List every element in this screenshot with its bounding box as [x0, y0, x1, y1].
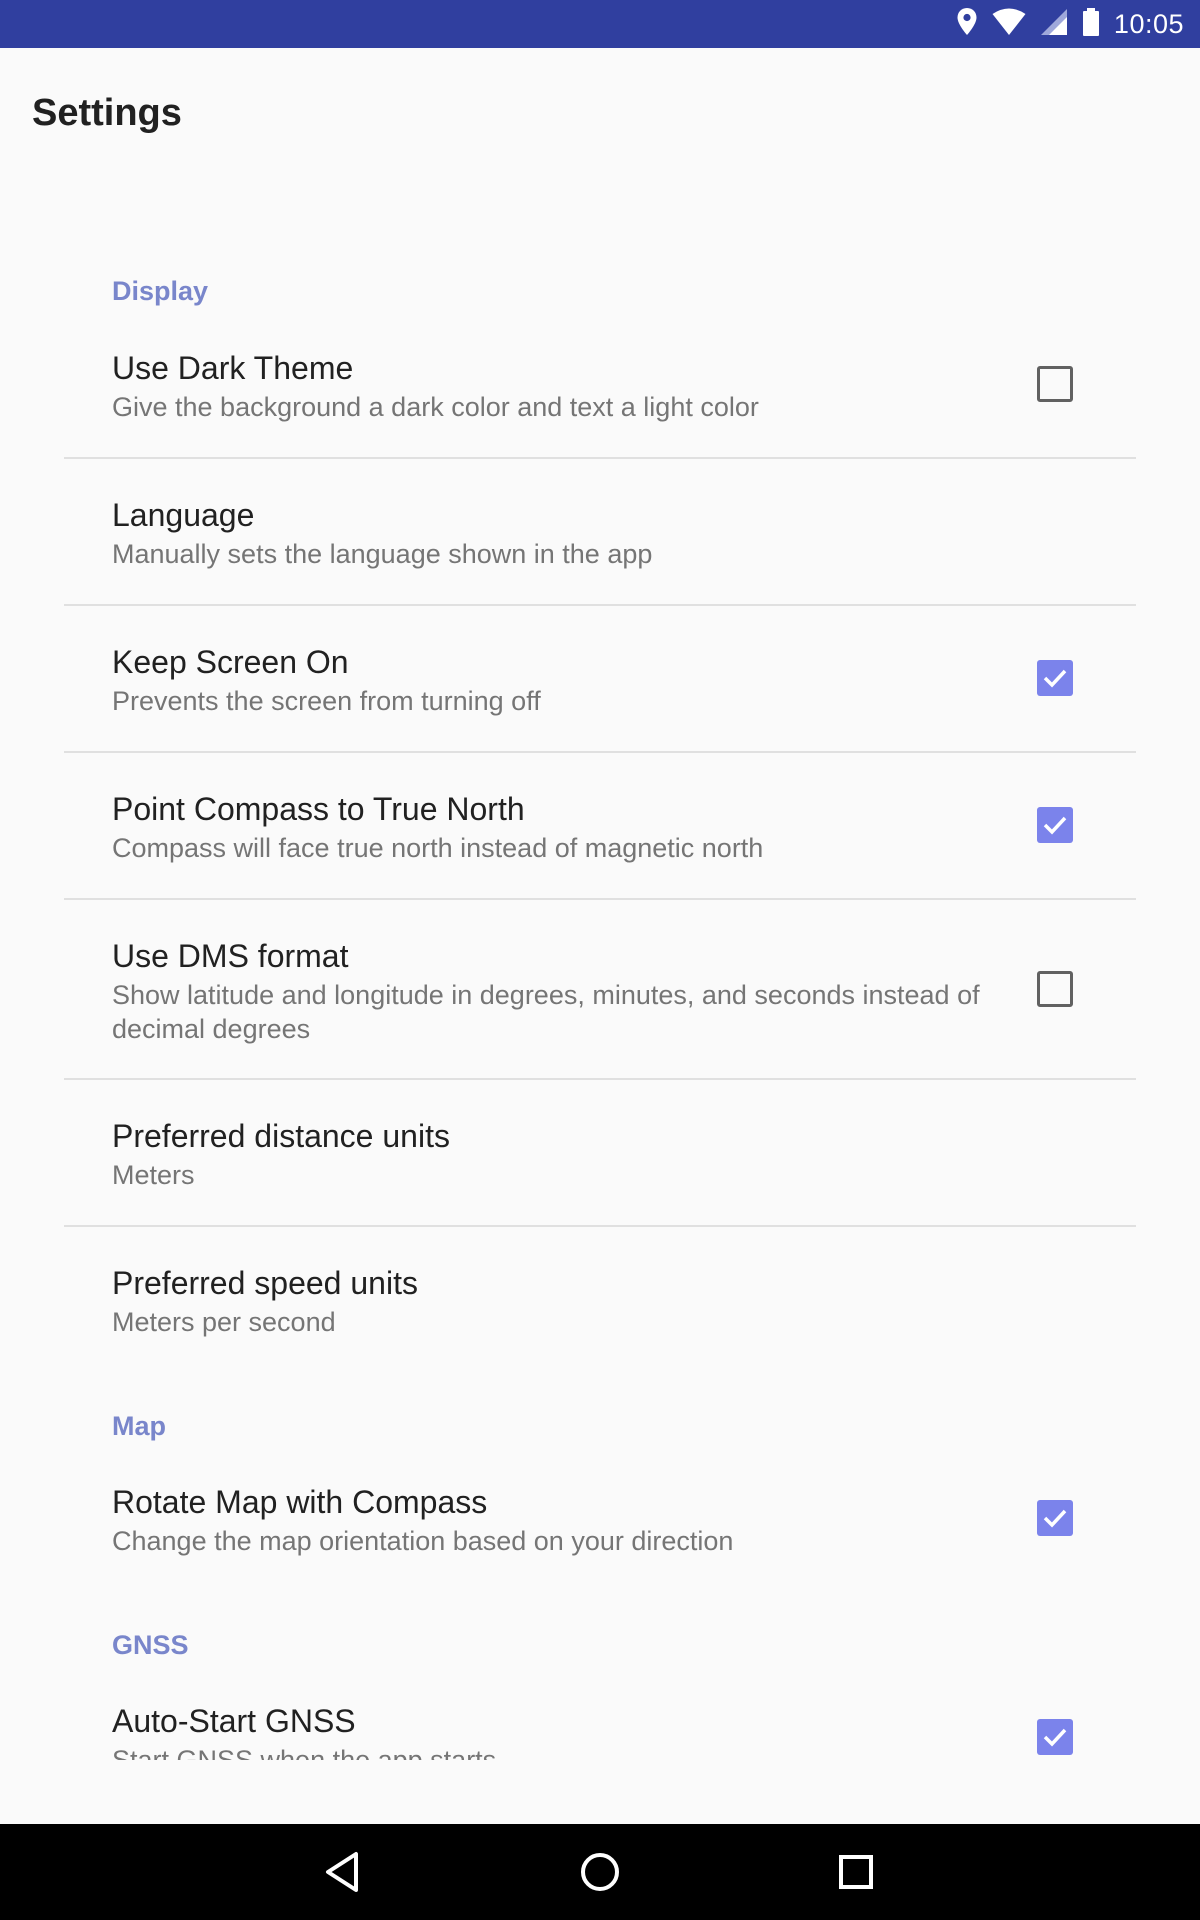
- divider: [64, 1225, 1136, 1227]
- pref-title: Keep Screen On: [112, 644, 349, 680]
- pref-summary: Give the background a dark color and tex…: [112, 392, 759, 422]
- pref-true-north[interactable]: Point Compass to True North Compass will…: [64, 777, 1136, 897]
- check-icon: [1043, 669, 1067, 688]
- home-icon[interactable]: [574, 1846, 626, 1898]
- pref-summary: Prevents the screen from turning off: [112, 686, 541, 716]
- pref-use-dms-format[interactable]: Use DMS format Show latitude and longitu…: [64, 924, 1136, 1076]
- divider: [64, 898, 1136, 900]
- pref-rotate-map[interactable]: Rotate Map with Compass Change the map o…: [64, 1470, 1136, 1590]
- pref-auto-start-gnss[interactable]: Auto-Start GNSS Start GNSS when the app …: [64, 1689, 1136, 1760]
- true-north-checkbox[interactable]: [1037, 807, 1073, 843]
- dms-format-checkbox[interactable]: [1037, 971, 1073, 1007]
- pref-summary: Meters: [112, 1160, 195, 1190]
- pref-title: Rotate Map with Compass: [112, 1484, 488, 1520]
- category-map: Map: [112, 1411, 166, 1441]
- pref-title: Auto-Start GNSS: [112, 1703, 356, 1739]
- divider: [64, 604, 1136, 606]
- divider: [64, 751, 1136, 753]
- pref-summary: Manually sets the language shown in the …: [112, 539, 653, 569]
- pref-title: Language: [112, 497, 255, 533]
- pref-speed-units[interactable]: Preferred speed units Meters per second: [64, 1251, 1136, 1371]
- pref-summary: Start GNSS when the app starts: [112, 1745, 497, 1760]
- page-title: Settings: [32, 92, 182, 134]
- pref-title: Use Dark Theme: [112, 350, 354, 386]
- auto-start-gnss-checkbox[interactable]: [1037, 1719, 1073, 1755]
- pref-keep-screen-on[interactable]: Keep Screen On Prevents the screen from …: [64, 630, 1136, 750]
- pref-title: Preferred distance units: [112, 1118, 450, 1154]
- pref-title: Use DMS format: [112, 938, 349, 974]
- rotate-map-checkbox[interactable]: [1037, 1500, 1073, 1536]
- settings-list[interactable]: Settings Display Use Dark Theme Give the…: [0, 0, 1200, 1760]
- pref-summary: Compass will face true north instead of …: [112, 833, 764, 863]
- keep-screen-on-checkbox[interactable]: [1037, 660, 1073, 696]
- pref-title: Point Compass to True North: [112, 791, 525, 827]
- divider: [64, 457, 1136, 459]
- pref-summary: Meters per second: [112, 1307, 336, 1337]
- check-icon: [1043, 816, 1067, 835]
- pref-summary: Change the map orientation based on your…: [112, 1526, 734, 1556]
- check-icon: [1043, 1728, 1067, 1747]
- back-icon[interactable]: [318, 1846, 370, 1898]
- category-display: Display: [112, 276, 209, 306]
- navigation-bar: [0, 1824, 1200, 1920]
- pref-distance-units[interactable]: Preferred distance units Meters: [64, 1104, 1136, 1224]
- list-bottom-clip: [0, 1760, 1200, 1824]
- pref-summary: Show latitude and longitude in degrees, …: [112, 980, 980, 1044]
- check-icon: [1043, 1509, 1067, 1528]
- dark-theme-checkbox[interactable]: [1037, 366, 1073, 402]
- recents-icon[interactable]: [830, 1846, 882, 1898]
- pref-use-dark-theme[interactable]: Use Dark Theme Give the background a dar…: [64, 336, 1136, 456]
- category-gnss: GNSS: [112, 1630, 189, 1660]
- app-bar: Settings: [0, 48, 1200, 178]
- divider: [64, 1078, 1136, 1080]
- pref-language[interactable]: Language Manually sets the language show…: [64, 483, 1136, 603]
- pref-title: Preferred speed units: [112, 1265, 418, 1301]
